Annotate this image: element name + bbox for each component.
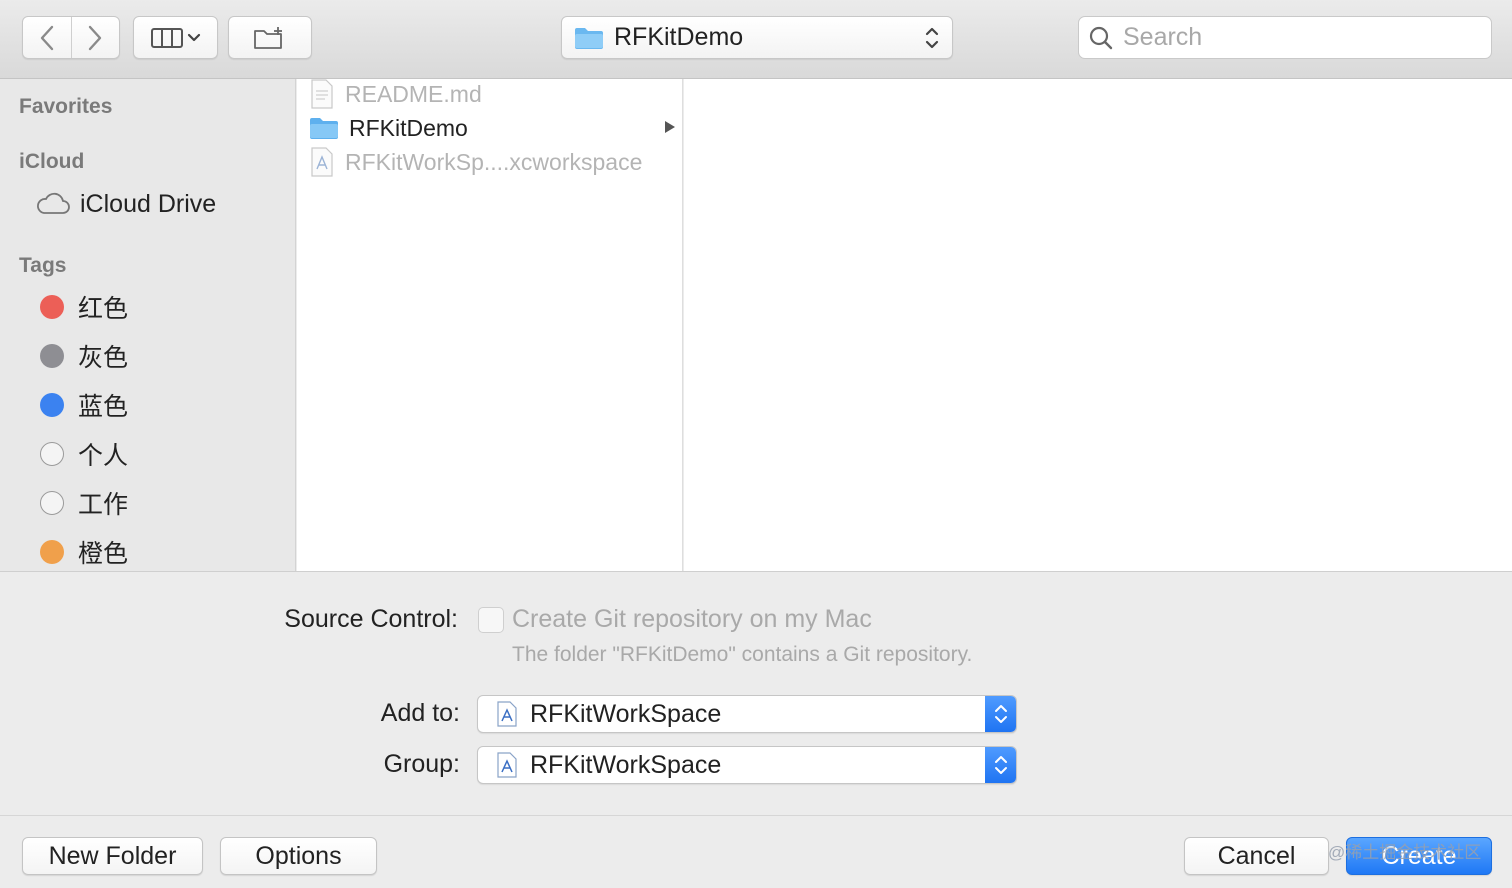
tag-label: 个人 bbox=[78, 442, 129, 470]
chevron-right-icon bbox=[89, 25, 102, 50]
tag-label: 灰色 bbox=[78, 344, 129, 372]
options-button[interactable]: Options bbox=[220, 837, 377, 875]
cancel-button[interactable]: Cancel bbox=[1184, 837, 1329, 875]
git-repository-checkbox[interactable] bbox=[478, 607, 504, 633]
up-down-chevron-icon bbox=[925, 27, 939, 48]
tag-label: 蓝色 bbox=[78, 393, 129, 421]
new-folder-button[interactable]: New Folder bbox=[22, 837, 203, 875]
add-to-stepper[interactable] bbox=[985, 696, 1016, 732]
up-down-chevron-icon bbox=[994, 756, 1007, 774]
tag-item[interactable]: 橙色 bbox=[36, 532, 276, 571]
tag-label: 工作 bbox=[78, 491, 129, 519]
location-label: RFKitDemo bbox=[614, 23, 744, 51]
folder-icon bbox=[575, 27, 603, 49]
document-icon bbox=[311, 79, 333, 109]
back-button[interactable] bbox=[23, 17, 71, 58]
cloud-icon bbox=[37, 192, 70, 214]
folder-icon bbox=[310, 118, 338, 139]
tag-label: 红色 bbox=[78, 295, 129, 323]
tag-color-dot bbox=[40, 344, 64, 368]
tag-color-dot bbox=[40, 295, 64, 319]
disclosure-arrow-icon bbox=[665, 121, 675, 133]
sidebar-item-label: iCloud Drive bbox=[80, 189, 217, 218]
tag-item[interactable]: 蓝色 bbox=[36, 385, 276, 425]
new-folder-toolbar-button[interactable] bbox=[228, 16, 312, 59]
up-down-chevron-icon bbox=[994, 705, 1007, 723]
view-mode-button[interactable] bbox=[133, 16, 218, 59]
options-panel: Source Control: Create Git repository on… bbox=[0, 571, 1512, 815]
git-repository-note: The folder "RFKitDemo" contains a Git re… bbox=[512, 643, 973, 666]
sidebar-item-icloud-drive[interactable]: iCloud Drive bbox=[36, 184, 276, 224]
search-input[interactable] bbox=[1123, 23, 1483, 52]
icloud-header: iCloud bbox=[19, 150, 85, 173]
tag-color-dot bbox=[40, 491, 64, 515]
tags-header: Tags bbox=[19, 254, 67, 277]
create-button[interactable]: Create bbox=[1346, 837, 1492, 875]
search-field[interactable] bbox=[1078, 16, 1492, 59]
group-stepper[interactable] bbox=[985, 747, 1016, 783]
tag-item[interactable]: 工作 bbox=[36, 483, 276, 523]
forward-button[interactable] bbox=[70, 17, 119, 58]
workspace-icon bbox=[497, 752, 517, 778]
add-to-popup[interactable]: RFKitWorkSpace bbox=[477, 695, 1017, 733]
source-control-label: Source Control: bbox=[284, 605, 458, 633]
group-popup[interactable]: RFKitWorkSpace bbox=[477, 746, 1017, 784]
file-row-selected[interactable]: RFKitDemo bbox=[297, 111, 683, 145]
file-name: README.md bbox=[345, 80, 482, 107]
file-row[interactable]: RFKitWorkSp....xcworkspace bbox=[297, 145, 683, 179]
tag-item[interactable]: 灰色 bbox=[36, 336, 276, 376]
workspace-icon bbox=[311, 147, 333, 177]
tag-item[interactable]: 个人 bbox=[36, 434, 276, 474]
toolbar: RFKitDemo bbox=[0, 0, 1512, 79]
button-bar: New Folder Options Cancel Create bbox=[0, 815, 1512, 888]
tag-color-dot bbox=[40, 540, 64, 564]
file-name: RFKitWorkSp....xcworkspace bbox=[345, 148, 643, 175]
search-icon bbox=[1089, 26, 1113, 49]
tag-color-dot bbox=[40, 393, 64, 417]
navigation-buttons bbox=[22, 16, 120, 59]
workspace-icon bbox=[497, 701, 517, 727]
group-value: RFKitWorkSpace bbox=[530, 750, 722, 779]
sidebar: Favorites iCloud iCloud Drive Tags 红色 灰色… bbox=[0, 79, 296, 571]
favorites-header: Favorites bbox=[19, 95, 113, 118]
chevron-left-icon bbox=[40, 25, 54, 50]
file-row[interactable]: README.md bbox=[297, 77, 683, 111]
add-to-label: Add to: bbox=[380, 699, 460, 727]
chevron-down-icon bbox=[187, 33, 200, 41]
git-checkbox-label: Create Git repository on my Mac bbox=[512, 605, 872, 633]
new-folder-icon bbox=[254, 26, 282, 49]
file-column-empty bbox=[684, 79, 1512, 571]
tag-item[interactable]: 红色 bbox=[36, 287, 276, 327]
file-column: README.md RFKitDemo RFKitWorkSp....xcwor… bbox=[297, 79, 683, 571]
group-label: Group: bbox=[383, 750, 460, 778]
columns-view-icon bbox=[150, 27, 183, 48]
tag-label: 橙色 bbox=[78, 540, 129, 568]
tag-color-dot bbox=[40, 442, 64, 466]
location-popup[interactable]: RFKitDemo bbox=[561, 16, 953, 59]
file-name: RFKitDemo bbox=[349, 114, 468, 141]
add-to-value: RFKitWorkSpace bbox=[530, 699, 722, 728]
